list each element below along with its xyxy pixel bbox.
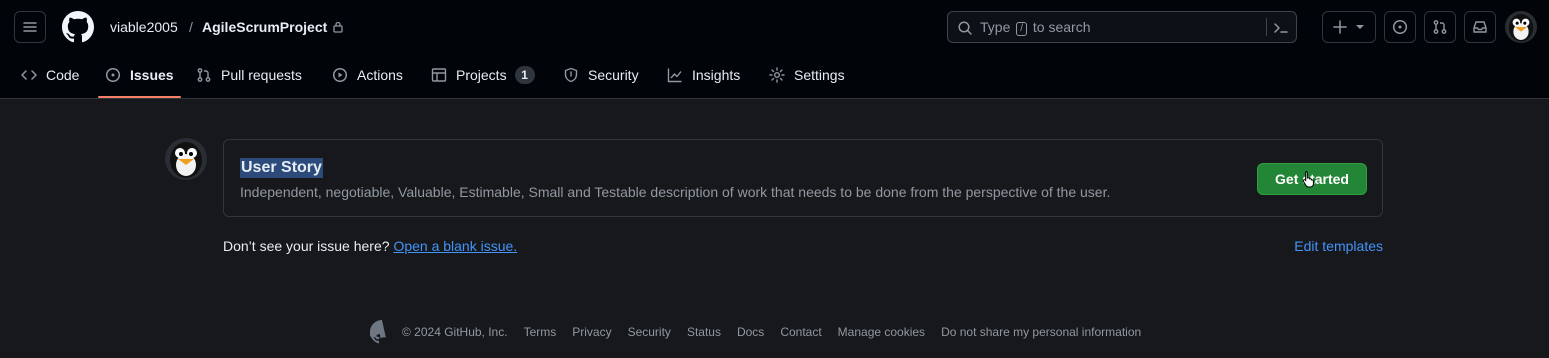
- footer-link-do-not-share[interactable]: Do not share my personal information: [941, 325, 1141, 339]
- play-icon: [332, 67, 348, 83]
- tab-insights[interactable]: Insights: [667, 58, 740, 92]
- search-placeholder: Type / to search: [980, 19, 1091, 36]
- active-tab-underline: [98, 96, 181, 98]
- projects-counter: 1: [514, 66, 535, 84]
- pull-request-icon: [197, 68, 211, 82]
- blank-issue-prompt: Don’t see your issue here? Open a blank …: [223, 237, 517, 255]
- graph-icon: [667, 68, 682, 83]
- git-pull-request-icon: [1433, 20, 1447, 34]
- tab-settings[interactable]: Settings: [769, 58, 845, 92]
- penguin-avatar-icon: [1508, 14, 1534, 42]
- inbox-button[interactable]: [1464, 11, 1496, 43]
- open-blank-issue-link[interactable]: Open a blank issue.: [393, 238, 517, 254]
- footer-link-contact[interactable]: Contact: [780, 325, 821, 339]
- penguin-avatar-icon: [170, 142, 202, 178]
- lock-icon: [333, 21, 343, 33]
- tab-issues[interactable]: Issues: [105, 58, 174, 92]
- table-icon: [431, 68, 447, 82]
- search-placeholder-before: Type: [980, 19, 1011, 35]
- inbox-icon: [1473, 21, 1487, 33]
- gear-icon: [769, 67, 785, 83]
- create-new-button[interactable]: [1322, 11, 1376, 43]
- issue-icon: [105, 67, 121, 83]
- hamburger-menu-button[interactable]: [14, 11, 46, 43]
- plus-icon: [1333, 20, 1347, 34]
- search-shortcut-key: /: [1016, 22, 1028, 36]
- template-title: User Story: [240, 158, 323, 178]
- template-description: Independent, negotiable, Valuable, Estim…: [240, 184, 1111, 200]
- edit-templates-link[interactable]: Edit templates: [1294, 237, 1383, 255]
- footer: © 2024 GitHub, Inc. Terms Privacy Securi…: [370, 320, 1157, 344]
- tab-label-issues: Issues: [130, 67, 174, 83]
- tab-code[interactable]: Code: [21, 58, 79, 92]
- search-placeholder-after: to search: [1032, 19, 1091, 35]
- search-icon: [958, 21, 972, 35]
- footer-link-security[interactable]: Security: [628, 325, 671, 339]
- hamburger-icon: [23, 22, 37, 32]
- issue-opened-icon: [1392, 19, 1408, 35]
- tab-label-projects: Projects: [456, 67, 507, 83]
- footer-link-terms[interactable]: Terms: [524, 325, 557, 339]
- tab-security[interactable]: Security: [563, 58, 639, 92]
- global-header: viable2005 / AgileScrumProject Type / to…: [0, 0, 1549, 99]
- breadcrumb-separator: /: [189, 19, 193, 35]
- author-avatar: [165, 138, 207, 180]
- issue-template-card: User Story Independent, negotiable, Valu…: [223, 139, 1383, 217]
- tab-label-security: Security: [588, 67, 639, 83]
- issues-button[interactable]: [1384, 11, 1416, 43]
- command-palette-icon[interactable]: [1273, 20, 1289, 36]
- pull-requests-button[interactable]: [1424, 11, 1456, 43]
- footer-link-docs[interactable]: Docs: [737, 325, 764, 339]
- breadcrumb-repo[interactable]: AgileScrumProject: [202, 18, 327, 36]
- tab-label-pull-requests: Pull requests: [221, 67, 302, 83]
- search-input[interactable]: Type / to search: [947, 11, 1297, 43]
- footer-link-privacy[interactable]: Privacy: [572, 325, 611, 339]
- tab-pull-requests[interactable]: Pull requests: [196, 58, 302, 92]
- tab-actions[interactable]: Actions: [332, 58, 403, 92]
- search-divider: [1266, 18, 1267, 36]
- code-icon: [21, 70, 37, 80]
- user-avatar[interactable]: [1505, 11, 1537, 43]
- github-footer-logo-icon[interactable]: [370, 320, 394, 344]
- shield-icon: [564, 67, 578, 83]
- footer-copyright: © 2024 GitHub, Inc.: [402, 325, 508, 339]
- github-logo-icon[interactable]: [62, 11, 94, 43]
- tab-label-insights: Insights: [692, 67, 741, 83]
- footer-link-status[interactable]: Status: [687, 325, 721, 339]
- tab-label-actions: Actions: [357, 67, 403, 83]
- caret-down-icon: [1356, 25, 1364, 29]
- breadcrumb-owner[interactable]: viable2005: [110, 18, 178, 36]
- tab-projects[interactable]: Projects 1: [431, 58, 535, 92]
- tab-label-code: Code: [46, 67, 80, 83]
- top-bar: viable2005 / AgileScrumProject Type / to…: [0, 0, 1549, 54]
- tab-label-settings: Settings: [794, 67, 845, 83]
- repo-navigation: Code Issues Pull requests Actions Projec…: [0, 58, 1549, 98]
- footer-link-manage-cookies[interactable]: Manage cookies: [838, 325, 925, 339]
- mouse-cursor-icon: [1302, 170, 1314, 188]
- blank-issue-text: Don’t see your issue here?: [223, 238, 390, 254]
